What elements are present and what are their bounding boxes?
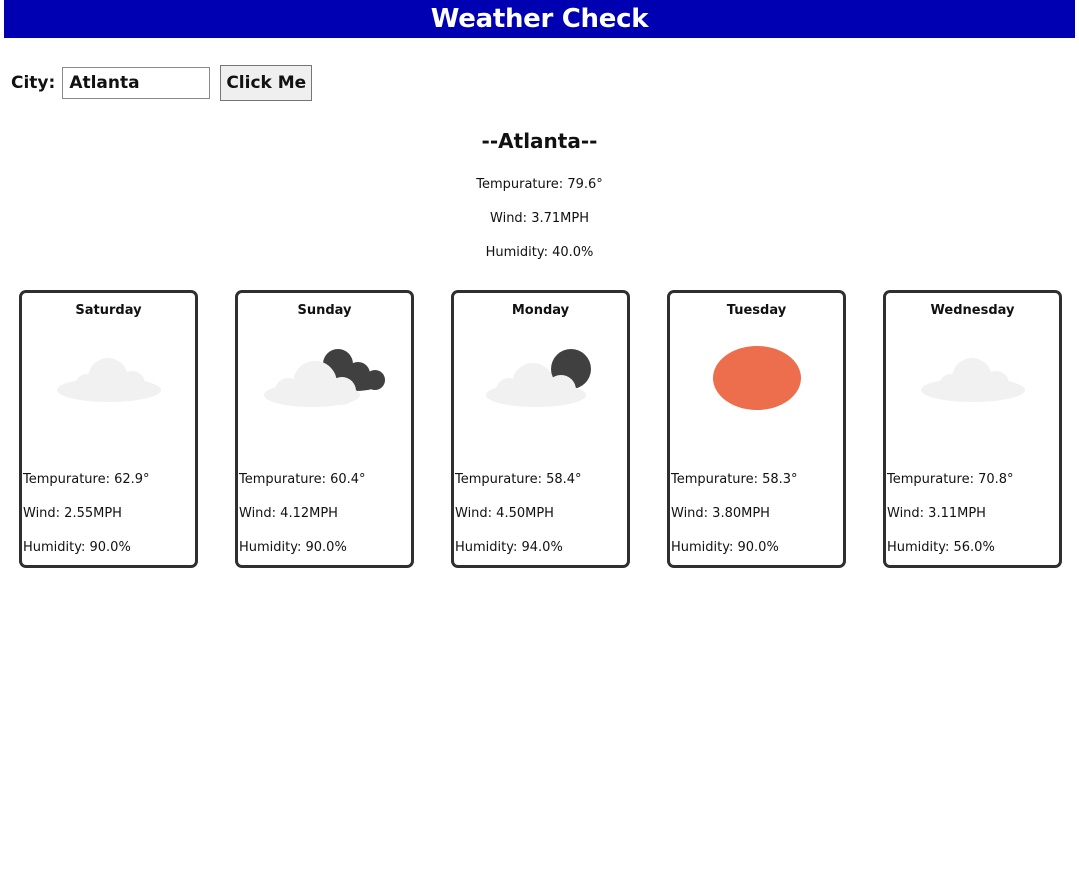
forecast-day: Sunday xyxy=(297,303,352,318)
forecast-day: Monday xyxy=(511,303,570,318)
forecast-card: Sunday Tempurature: 60.4° Wind: 4.12MPH … xyxy=(235,290,414,568)
forecast-humidity: Humidity: 94.0% xyxy=(455,540,563,555)
app-header: Weather Check xyxy=(4,0,1075,38)
search-bar: City: Click Me xyxy=(11,65,313,101)
forecast-temperature: Tempurature: 62.9° xyxy=(23,472,150,487)
forecast-humidity: Humidity: 56.0% xyxy=(887,540,995,555)
forecast-card: Wednesday Tempurature: 70.8° Wind: 3.11M… xyxy=(883,290,1062,568)
forecast-temperature: Tempurature: 60.4° xyxy=(239,472,366,487)
forecast-humidity: Humidity: 90.0% xyxy=(239,540,347,555)
current-humidity: Humidity: 40.0% xyxy=(485,245,594,260)
forecast-wind: Wind: 4.50MPH xyxy=(455,506,554,521)
forecast-day: Saturday xyxy=(75,303,142,318)
forecast-wind: Wind: 4.12MPH xyxy=(239,506,338,521)
broken-clouds-icon xyxy=(263,349,385,407)
forecast-temperature: Tempurature: 70.8° xyxy=(887,472,1014,487)
forecast-wind: Wind: 2.55MPH xyxy=(23,506,122,521)
forecast-day: Wednesday xyxy=(930,303,1015,318)
forecast-card: Monday Tempurature: 58.4° Wind: 4.50MPH … xyxy=(451,290,630,568)
current-temperature: Tempurature: 79.6° xyxy=(476,177,603,192)
forecast-temperature: Tempurature: 58.3° xyxy=(671,472,798,487)
forecast-list: Saturday Tempurature: 62.9° Wind: 2.55MP… xyxy=(19,290,1064,568)
forecast-card: Saturday Tempurature: 62.9° Wind: 2.55MP… xyxy=(19,290,198,568)
city-input[interactable] xyxy=(62,67,211,99)
forecast-humidity: Humidity: 90.0% xyxy=(671,540,779,555)
current-weather: --Atlanta-- Tempurature: 79.6° Wind: 3.7… xyxy=(0,126,1079,270)
scattered-clouds-icon xyxy=(485,349,591,407)
forecast-wind: Wind: 3.80MPH xyxy=(671,506,770,521)
current-city-heading: --Atlanta-- xyxy=(481,129,598,153)
forecast-humidity: Humidity: 90.0% xyxy=(23,540,131,555)
forecast-wind: Wind: 3.11MPH xyxy=(887,506,986,521)
cloud-icon xyxy=(56,358,161,402)
submit-button[interactable]: Click Me xyxy=(220,65,313,101)
app-title: Weather Check xyxy=(430,4,649,34)
forecast-temperature: Tempurature: 58.4° xyxy=(455,472,582,487)
forecast-card: Tuesday Tempurature: 58.3° Wind: 3.80MPH… xyxy=(667,290,846,568)
cloud-icon xyxy=(920,358,1025,402)
city-label: City: xyxy=(11,73,56,93)
forecast-day: Tuesday xyxy=(726,303,787,318)
current-wind: Wind: 3.71MPH xyxy=(490,211,589,226)
sun-icon xyxy=(712,346,801,410)
